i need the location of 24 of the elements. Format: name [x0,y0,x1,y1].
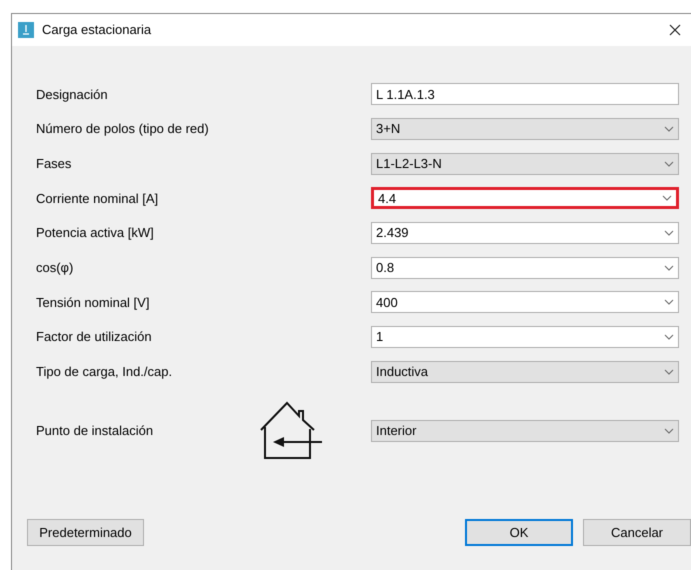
dropdown[interactable]: 3+N [371,118,679,140]
field-label: Potencia activa [kW] [36,224,154,242]
field-label: Punto de instalación [36,422,154,440]
field-label: Corriente nominal [A] [36,190,158,208]
field-label: Designación [36,86,108,104]
field-label: Fases [36,154,72,173]
dropdown[interactable]: 1 [371,326,679,348]
field-label: cos(φ) [36,259,74,278]
dropdown[interactable]: 2.439 [371,222,679,244]
field-label: Tensión nominal [V] [36,294,150,312]
field-label: Tipo de carga, Ind./cap. [36,363,172,382]
field-label: Factor de utilización [36,328,152,346]
dropdown[interactable]: 0.8 [371,256,679,279]
dropdown[interactable]: Inductiva [371,360,679,383]
dropdown[interactable]: L1-L2-L3-N [371,152,679,175]
dropdown[interactable]: 4.4 [371,187,679,210]
window-title: Carga estacionaria [42,21,152,40]
dialog-button[interactable]: OK [465,519,573,546]
dialog-button[interactable]: Predeterminado [27,519,144,546]
input-field[interactable]: L 1.1A.1.3 [371,83,679,106]
dialog-button[interactable]: Cancelar [583,519,691,546]
field-label: Número de polos (tipo de red) [36,120,209,138]
dropdown[interactable]: Interior [371,420,679,442]
dropdown[interactable]: 400 [371,291,679,314]
